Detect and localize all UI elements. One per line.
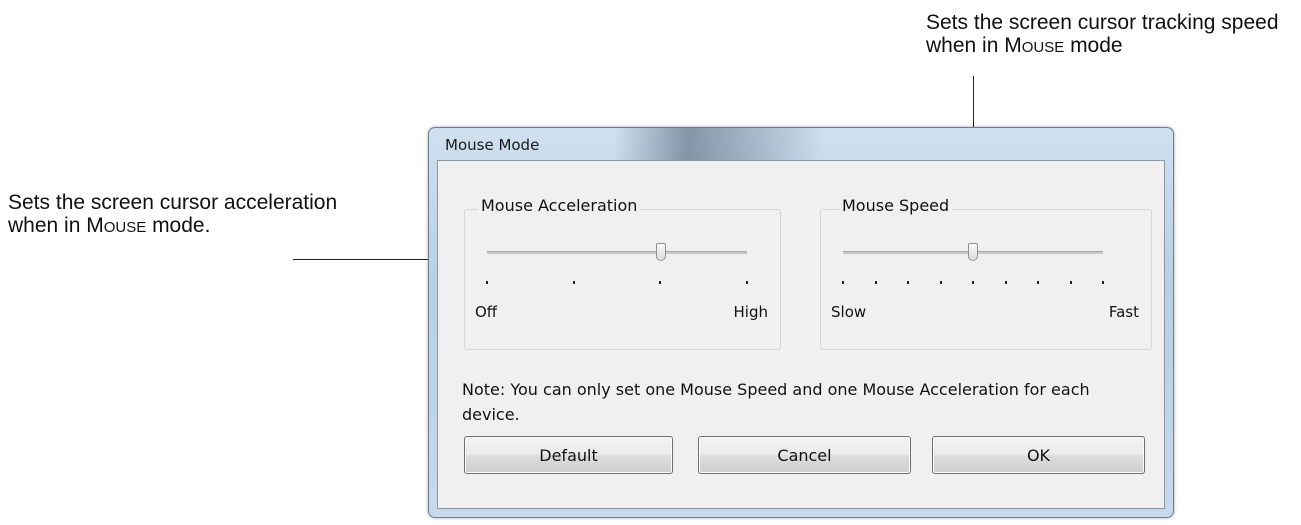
speed-group: Mouse Speed Slow Fast <box>820 196 1152 350</box>
speed-tick-mark <box>1102 281 1104 284</box>
callout-speed-suffix: mode <box>1064 34 1123 57</box>
speed-tick-mark <box>842 281 844 284</box>
acceleration-group-label: Mouse Acceleration <box>478 196 641 215</box>
callout-acceleration-mode: Mouse <box>86 214 147 237</box>
dialog-client-area: Mouse Acceleration Off High Mouse Speed … <box>437 160 1165 509</box>
acceleration-slider-thumb[interactable] <box>656 243 667 261</box>
callout-speed: Sets the screen cursor tracking speed wh… <box>926 11 1301 57</box>
acceleration-slider-track[interactable] <box>487 251 747 254</box>
acceleration-group: Mouse Acceleration Off High <box>464 196 781 350</box>
speed-tick-mark <box>1004 281 1007 284</box>
acceleration-tick-mark <box>572 281 575 284</box>
speed-max-label: Fast <box>1108 303 1139 321</box>
default-button[interactable]: Default <box>464 436 673 474</box>
speed-tick-mark <box>972 281 974 284</box>
speed-tick-mark <box>874 281 877 284</box>
callout-acceleration: Sets the screen cursor acceleration when… <box>8 191 368 237</box>
cancel-button[interactable]: Cancel <box>698 436 911 474</box>
callout-acceleration-suffix: mode. <box>146 214 211 237</box>
titlebar-glass-reflection <box>614 128 824 162</box>
callout-speed-mode: Mouse <box>1004 34 1065 57</box>
acceleration-tick-mark <box>659 281 662 284</box>
acceleration-max-label: High <box>733 303 768 321</box>
mouse-mode-dialog: Mouse Mode Mouse Acceleration Off High M… <box>428 127 1174 518</box>
speed-min-label: Slow <box>831 303 867 321</box>
speed-tick-mark <box>1037 281 1039 284</box>
acceleration-tick-mark <box>486 281 488 284</box>
speed-slider-thumb[interactable] <box>968 243 978 261</box>
speed-tick-mark <box>1069 281 1072 284</box>
acceleration-min-label: Off <box>475 303 498 321</box>
acceleration-tick-mark <box>746 281 748 284</box>
ok-button[interactable]: OK <box>932 436 1145 474</box>
device-note: Note: You can only set one Mouse Speed a… <box>462 380 1090 424</box>
speed-group-label: Mouse Speed <box>839 196 953 215</box>
speed-tick-mark <box>939 281 942 284</box>
window-title: Mouse Mode <box>445 136 540 154</box>
speed-tick-mark <box>907 281 909 284</box>
